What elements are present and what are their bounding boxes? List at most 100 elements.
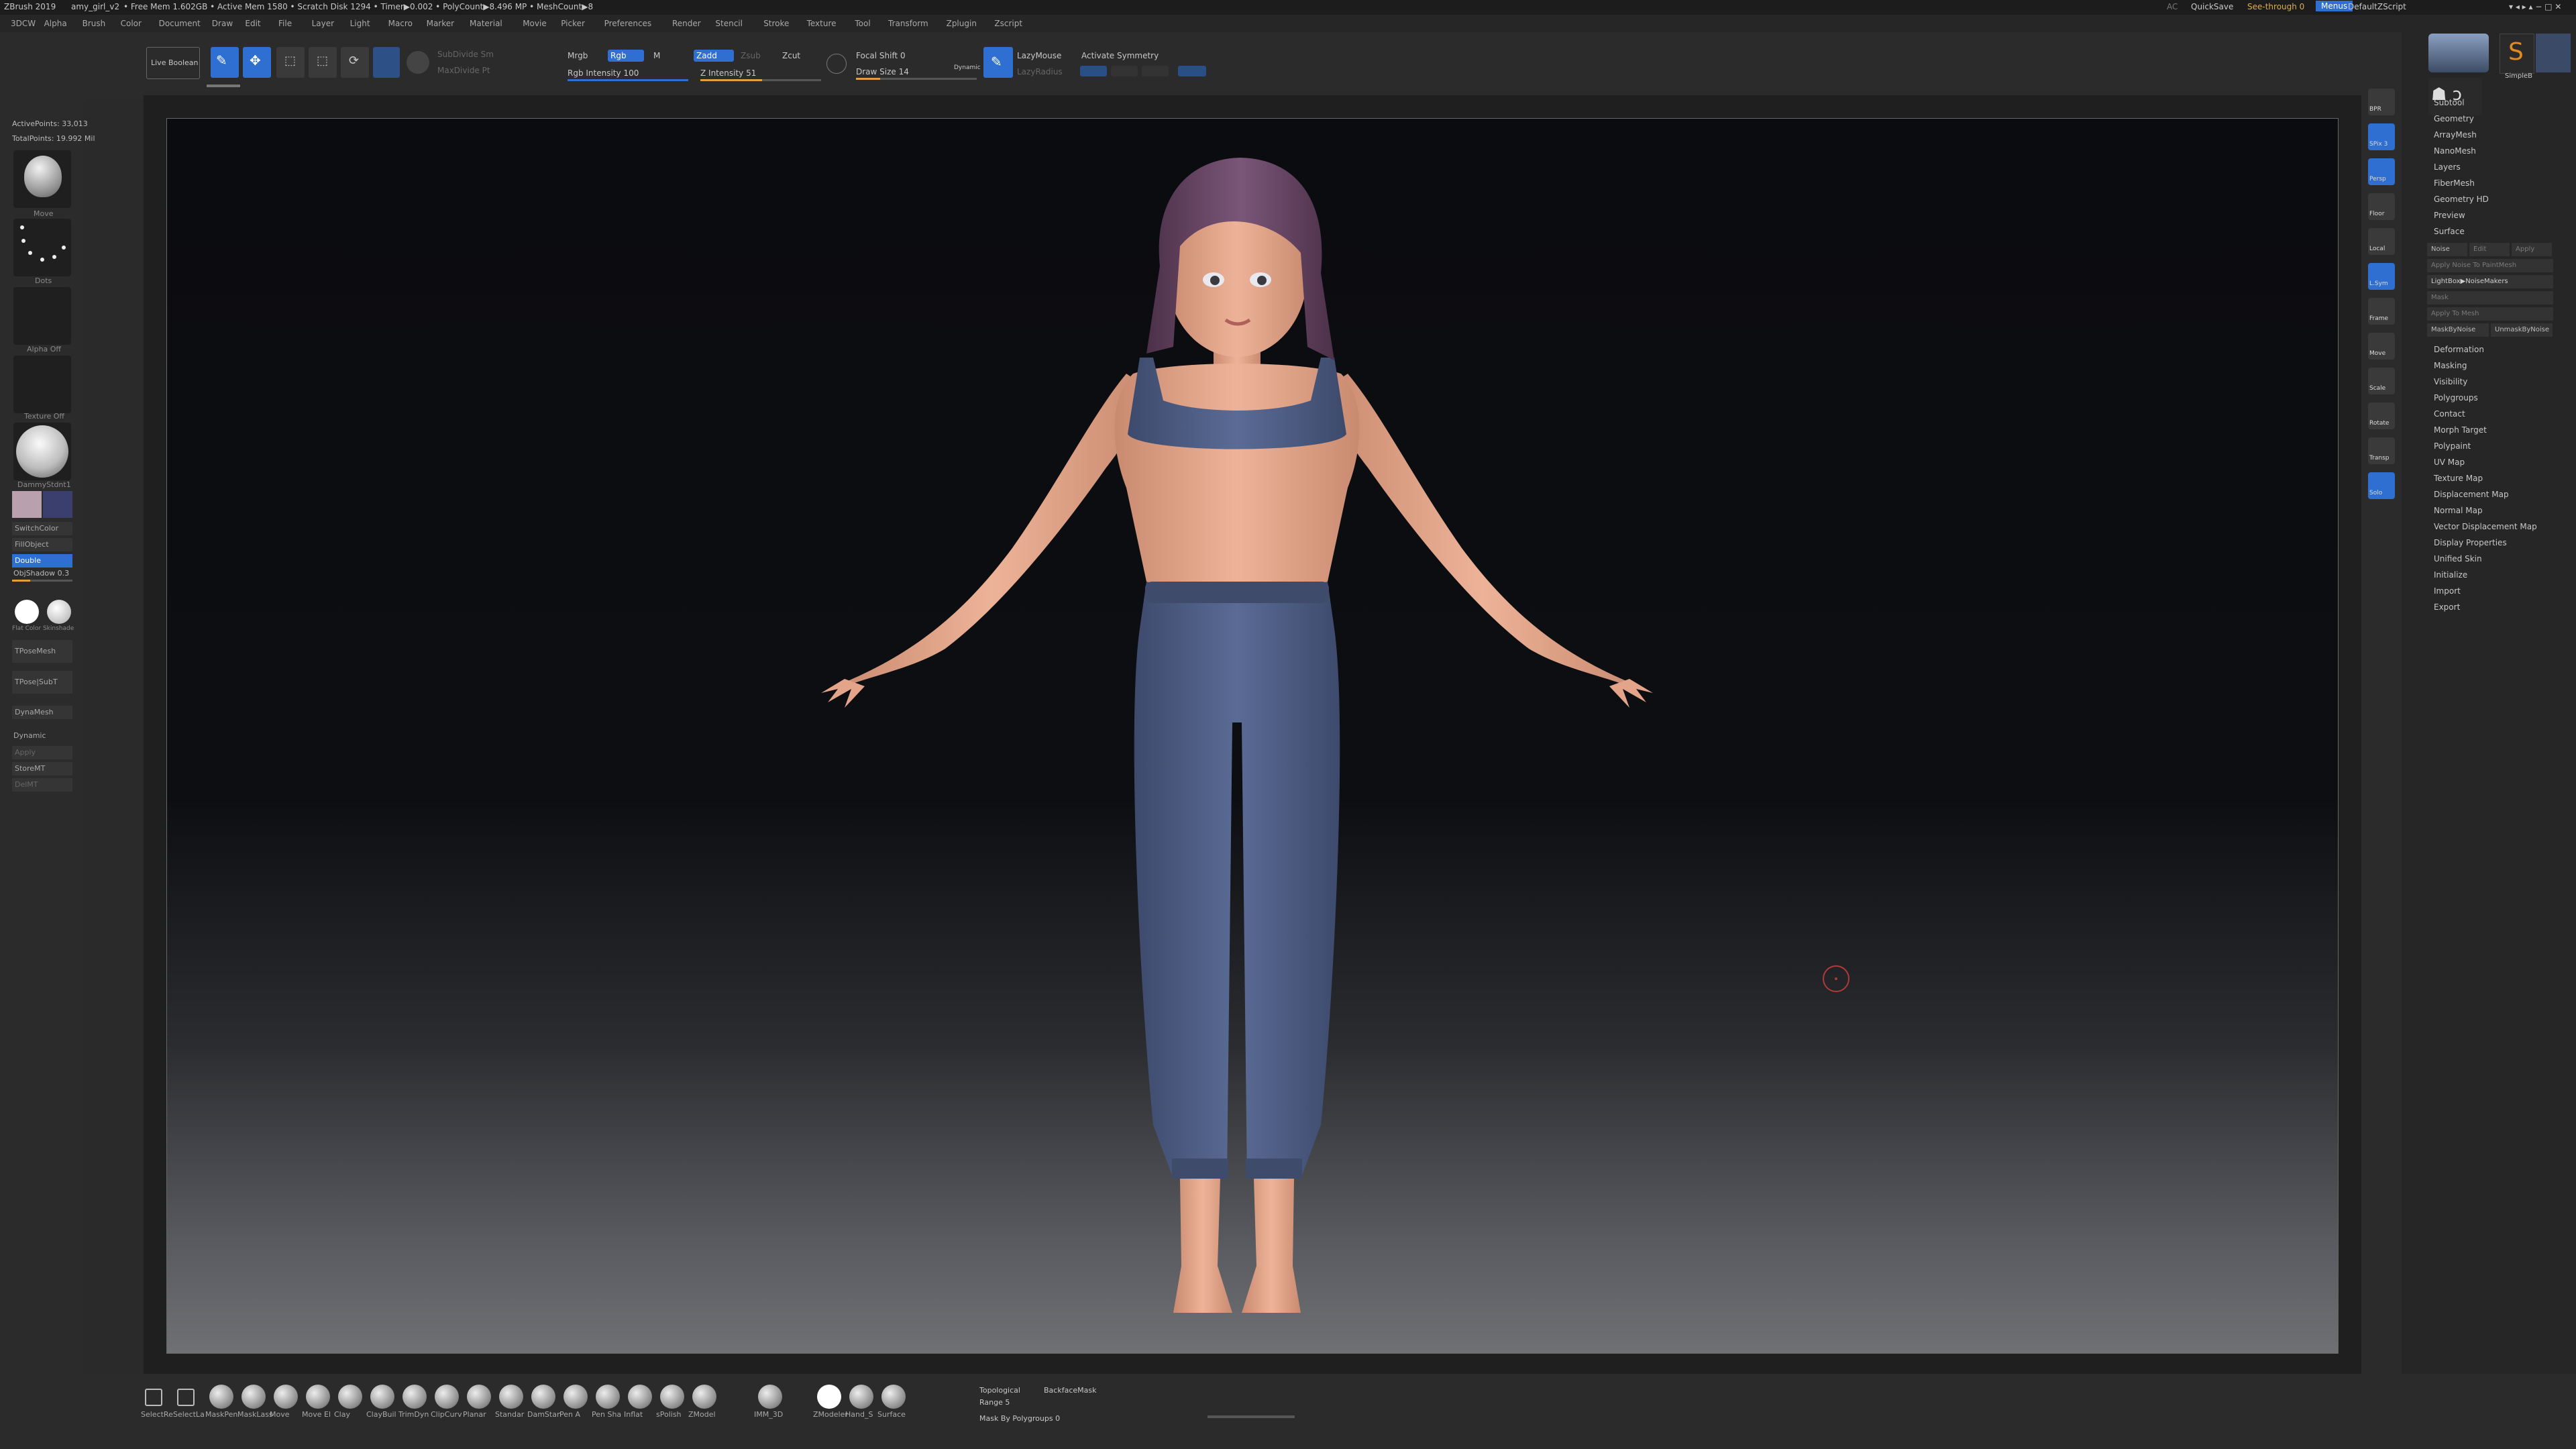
surface-mask[interactable]: Mask <box>2427 291 2553 305</box>
zadd-button[interactable]: Zadd <box>694 50 734 62</box>
brush-selectla-icon[interactable] <box>177 1389 195 1406</box>
menu-brush[interactable]: Brush <box>83 19 106 28</box>
view-local-button[interactable]: Local <box>2368 228 2395 255</box>
menus-button[interactable]: Menus <box>2316 1 2353 11</box>
view-spix-3-button[interactable]: SPix 3 <box>2368 123 2395 150</box>
brush-hand-s-icon[interactable] <box>849 1385 873 1409</box>
menu-layer[interactable]: Layer <box>312 19 334 28</box>
activate-symmetry-button[interactable]: Activate Symmetry <box>1081 51 1159 60</box>
palette-subtool[interactable]: Subtool <box>2434 98 2465 107</box>
menu-stroke[interactable]: Stroke <box>763 19 789 28</box>
material-picker[interactable] <box>13 423 71 480</box>
topological-button[interactable]: Topological <box>979 1386 1020 1395</box>
menu-stencil[interactable]: Stencil <box>715 19 743 28</box>
fill-object-button[interactable]: FillObject <box>12 538 72 551</box>
symmetry-x-button[interactable] <box>1080 66 1107 76</box>
move-mode-button[interactable]: ⬚ <box>276 47 305 78</box>
brush-claybuil-icon[interactable] <box>370 1385 394 1409</box>
surface-apply-to-mesh[interactable]: Apply To Mesh <box>2427 307 2553 321</box>
palette-display-properties[interactable]: Display Properties <box>2434 538 2507 547</box>
view-scale-button[interactable]: Scale <box>2368 368 2395 394</box>
brush-imm-3d-icon[interactable] <box>758 1385 782 1409</box>
palette-morph-target[interactable]: Morph Target <box>2434 425 2487 435</box>
surface-noise[interactable]: Noise <box>2427 243 2467 256</box>
view-move-button[interactable]: Move <box>2368 333 2395 360</box>
menu-3dcw[interactable]: 3DCW <box>11 19 36 28</box>
menu-draw[interactable]: Draw <box>212 19 233 28</box>
draw-size-track[interactable] <box>856 78 977 80</box>
brush-clipcurv-icon[interactable] <box>435 1385 459 1409</box>
brush-picker[interactable] <box>13 150 71 208</box>
palette-uv-map[interactable]: UV Map <box>2434 458 2465 467</box>
lazyradius-label[interactable]: LazyRadius <box>1017 67 1063 76</box>
menu-texture[interactable]: Texture <box>807 19 837 28</box>
zcut-button[interactable]: Zcut <box>782 51 800 60</box>
palette-displacement-map[interactable]: Displacement Map <box>2434 490 2509 499</box>
gizmo-button[interactable] <box>373 47 400 78</box>
view-rotate-button[interactable]: Rotate <box>2368 402 2395 429</box>
draw-mode-button[interactable]: ✥ <box>243 47 271 78</box>
window-controls[interactable]: ▾ ◂ ▸ ▴ − □ ✕ <box>2509 2 2561 11</box>
menu-movie[interactable]: Movie <box>523 19 547 28</box>
palette-contact[interactable]: Contact <box>2434 409 2465 419</box>
surface-apply[interactable]: Apply <box>2512 243 2552 256</box>
palette-polypaint[interactable]: Polypaint <box>2434 441 2471 451</box>
zsub-button[interactable]: Zsub <box>741 51 761 60</box>
symmetry-z-button[interactable] <box>1142 66 1169 76</box>
palette-visibility[interactable]: Visibility <box>2434 377 2467 386</box>
palette-geometry[interactable]: Geometry <box>2434 114 2474 123</box>
obj-shadow-slider[interactable]: ObjShadow 0.3 <box>13 569 69 578</box>
alpha-picker[interactable] <box>13 287 71 345</box>
apply-button[interactable]: Apply <box>12 746 72 759</box>
surface-apply-noise-to-paintmesh[interactable]: Apply Noise To PaintMesh <box>2427 259 2553 272</box>
brush-zmodeler-icon[interactable] <box>817 1385 841 1409</box>
brush-surface-icon[interactable] <box>881 1385 906 1409</box>
palette-geometry-hd[interactable]: Geometry HD <box>2434 195 2489 204</box>
brush-pen-sha-icon[interactable] <box>596 1385 620 1409</box>
z-intensity-track[interactable] <box>700 79 821 81</box>
menu-alpha[interactable]: Alpha <box>44 19 67 28</box>
palette-polygroups[interactable]: Polygroups <box>2434 393 2478 402</box>
menu-picker[interactable]: Picker <box>561 19 585 28</box>
menu-document[interactable]: Document <box>159 19 201 28</box>
menu-transform[interactable]: Transform <box>888 19 928 28</box>
rgb-button[interactable]: Rgb <box>608 50 644 62</box>
brush-spolish-icon[interactable] <box>660 1385 684 1409</box>
rgb-intensity-slider[interactable]: Rgb Intensity 100 <box>568 68 639 78</box>
range-slider[interactable]: Range 5 <box>979 1398 1010 1407</box>
skinshade-icon[interactable] <box>47 600 71 624</box>
palette-normal-map[interactable]: Normal Map <box>2434 506 2483 515</box>
brush-inflat-icon[interactable] <box>628 1385 652 1409</box>
double-button[interactable]: Double <box>12 554 72 568</box>
dynamic-button[interactable]: Dynamic <box>954 64 981 71</box>
menu-marker[interactable]: Marker <box>427 19 454 28</box>
draw-size-slider[interactable]: Draw Size 14 <box>856 67 909 76</box>
menu-light[interactable]: Light <box>350 19 370 28</box>
shelf-scroll-handle[interactable] <box>207 85 240 87</box>
material-sphere-icon[interactable] <box>407 51 429 74</box>
palette-layers[interactable]: Layers <box>2434 162 2461 172</box>
menu-zscript[interactable]: Zscript <box>994 19 1022 28</box>
z-intensity-slider[interactable]: Z Intensity 51 <box>700 68 756 78</box>
brush-trimdyn-icon[interactable] <box>402 1385 427 1409</box>
menu-render[interactable]: Render <box>672 19 701 28</box>
rotate-mode-button[interactable]: ⟳ <box>341 47 369 78</box>
palette-import[interactable]: Import <box>2434 586 2461 596</box>
brush-maskpen-icon[interactable] <box>209 1385 233 1409</box>
edit-mode-button[interactable]: ✎ <box>211 47 239 78</box>
menu-file[interactable]: File <box>278 19 292 28</box>
bottom-scroll-handle[interactable] <box>1208 1415 1295 1418</box>
focal-shift-slider[interactable]: Focal Shift 0 <box>856 51 906 60</box>
default-zscript-button[interactable]: DefaultZScript <box>2348 2 2406 11</box>
dynamesh-button[interactable]: DynaMesh <box>12 706 72 719</box>
mesh-thumbnails[interactable]: ☗ ↄ <box>2428 78 2482 115</box>
surface-lightbox-noisemakers[interactable]: LightBox▶NoiseMakers <box>2427 275 2553 288</box>
backface-mask-button[interactable]: BackfaceMask <box>1044 1386 1096 1395</box>
view-frame-button[interactable]: Frame <box>2368 298 2395 325</box>
brush-standar-icon[interactable] <box>499 1385 523 1409</box>
brush-move-el-icon[interactable] <box>306 1385 330 1409</box>
view-solo-button[interactable]: Solo <box>2368 472 2395 499</box>
view-transp-button[interactable]: Transp <box>2368 437 2395 464</box>
menu-tool[interactable]: Tool <box>855 19 870 28</box>
texture-picker[interactable] <box>13 356 71 413</box>
